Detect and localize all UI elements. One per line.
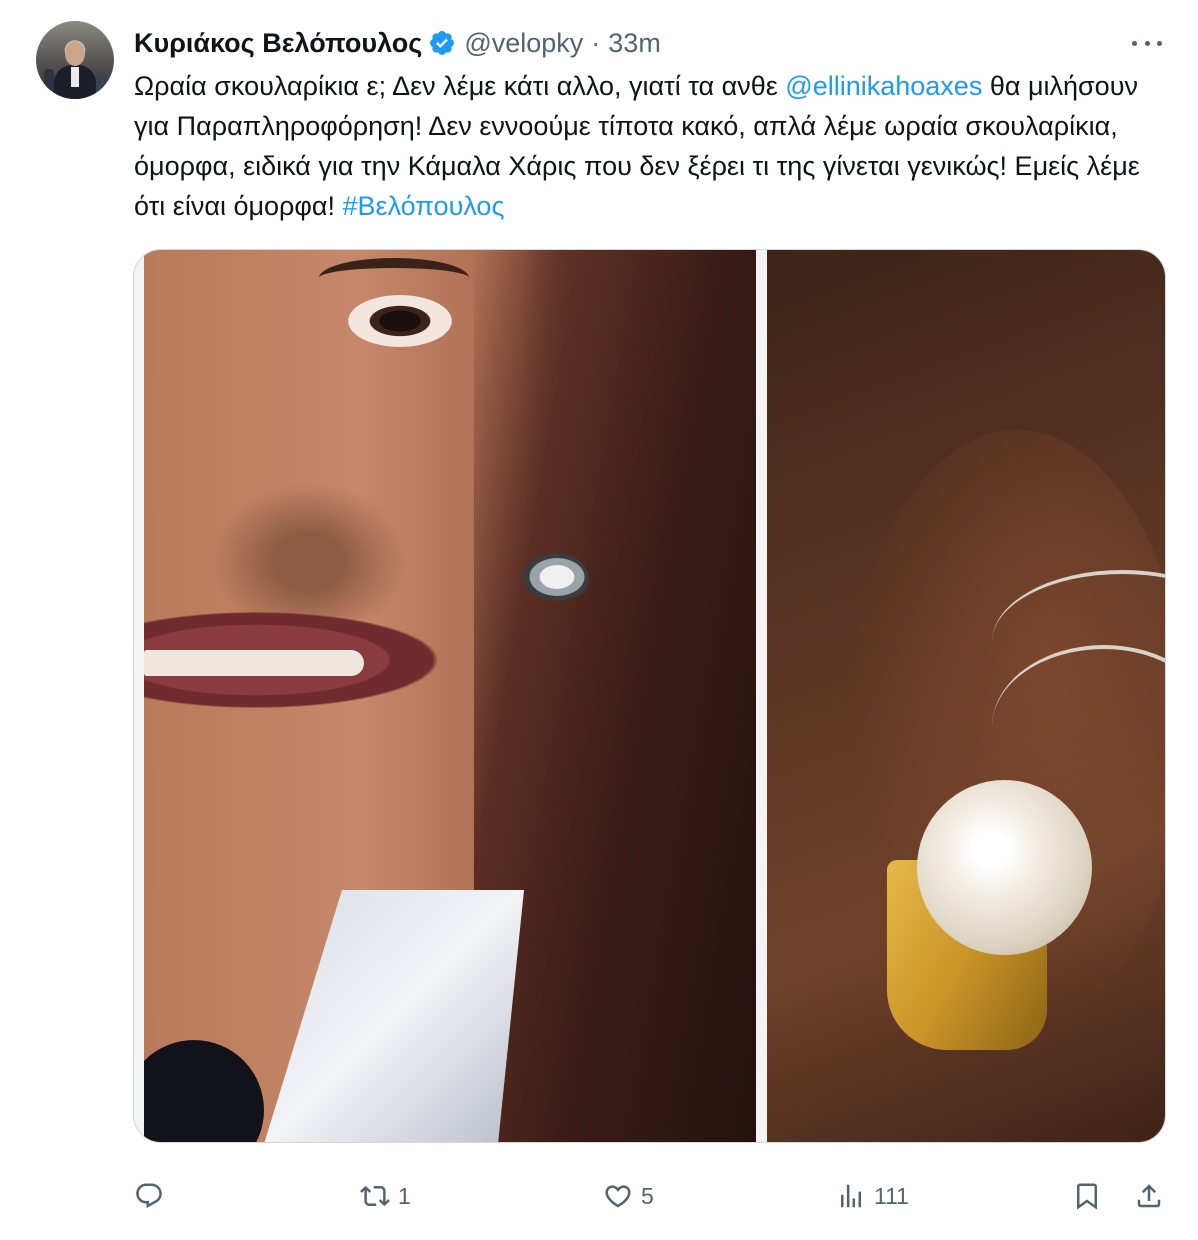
retweet-icon bbox=[360, 1181, 390, 1211]
reply-button[interactable] bbox=[134, 1175, 172, 1217]
mention-link[interactable]: @ellinikahoaxes bbox=[785, 71, 982, 101]
tweet: Κυριάκος Βελόπουλος @velopky · 33m Ωραία… bbox=[0, 0, 1198, 1240]
like-icon bbox=[603, 1181, 633, 1211]
tweet-text-part: Ωραία σκουλαρίκια ε; Δεν λέμε κάτι αλλο,… bbox=[134, 71, 786, 101]
author-handle[interactable]: @velopky bbox=[464, 28, 583, 59]
like-button[interactable]: 5 bbox=[603, 1175, 654, 1217]
bookmark-icon bbox=[1072, 1181, 1102, 1211]
media-image-left[interactable] bbox=[144, 250, 756, 1142]
reply-icon bbox=[134, 1181, 164, 1211]
views-icon bbox=[836, 1181, 866, 1211]
share-button[interactable] bbox=[1134, 1175, 1164, 1217]
hashtag-link[interactable]: #Βελόπουλος bbox=[343, 191, 505, 221]
tweet-text: Ωραία σκουλαρίκια ε; Δεν λέμε κάτι αλλο,… bbox=[134, 66, 1164, 226]
retweet-button[interactable]: 1 bbox=[360, 1175, 411, 1217]
tweet-media[interactable] bbox=[133, 249, 1166, 1143]
bookmark-button[interactable] bbox=[1072, 1175, 1102, 1217]
tweet-header: Κυριάκος Βελόπουλος @velopky · 33m bbox=[134, 26, 661, 60]
verified-badge-icon bbox=[428, 29, 456, 57]
action-bar: 1 5 111 bbox=[134, 1175, 1164, 1217]
more-icon[interactable] bbox=[1132, 30, 1162, 56]
author-name[interactable]: Κυριάκος Βελόπουλος bbox=[134, 28, 422, 59]
share-icon bbox=[1134, 1181, 1164, 1211]
views-count: 111 bbox=[874, 1182, 909, 1209]
like-count: 5 bbox=[641, 1182, 654, 1209]
media-image-right[interactable] bbox=[767, 250, 1165, 1142]
separator-dot: · bbox=[591, 27, 601, 58]
views-button[interactable]: 111 bbox=[836, 1175, 909, 1217]
retweet-count: 1 bbox=[398, 1182, 411, 1209]
timestamp[interactable]: 33m bbox=[608, 28, 661, 59]
avatar[interactable] bbox=[36, 21, 114, 99]
